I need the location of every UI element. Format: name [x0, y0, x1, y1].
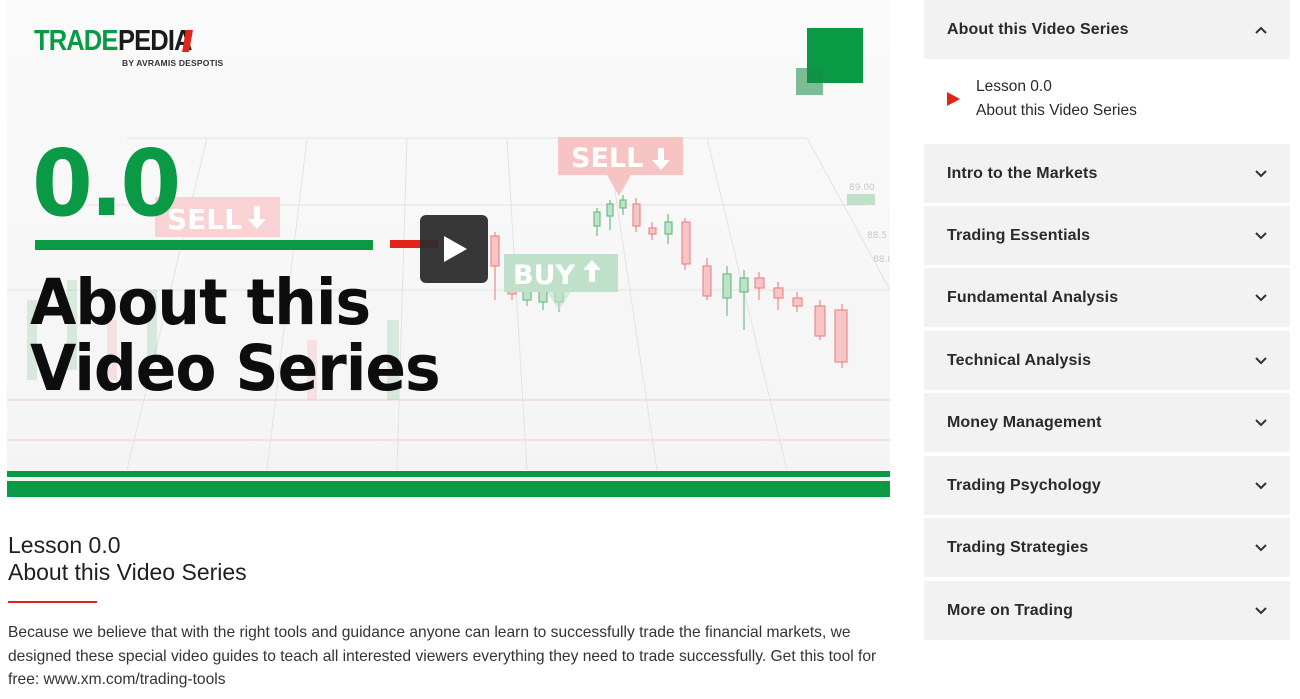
lesson-item-number: Lesson 0.0 [976, 78, 1052, 95]
lesson-title: About this Video Series [8, 559, 247, 585]
video-player[interactable]: SELL SELL BUY 89.00 88.5 88.0 TRADE PEDI… [7, 0, 890, 500]
chevron-down-icon [1255, 356, 1267, 364]
accordion-label: Trading Essentials [947, 226, 1091, 244]
video-title-line2: Video Series [30, 332, 441, 405]
logo-word-trade: TRADE [34, 25, 118, 57]
lesson-number-label: Lesson 0.0 [8, 532, 121, 558]
accordion-label: Intro to the Markets [947, 164, 1098, 182]
chevron-down-icon [1255, 543, 1267, 551]
sell-badge-main: SELL [558, 137, 683, 196]
lesson-description: Because we believe that with the right t… [8, 624, 877, 688]
svg-text:SELL: SELL [571, 143, 643, 174]
tradepedia-logo: TRADE PEDIA BY AVRAMIS DESPOTIS [34, 25, 224, 69]
buy-badge: BUY [504, 254, 618, 310]
play-marker-icon [947, 92, 960, 106]
accordion-trading-essentials[interactable]: Trading Essentials [924, 206, 1290, 265]
chevron-down-icon [1255, 293, 1267, 301]
chevron-down-icon [1255, 169, 1267, 177]
accordion-label: Trading Strategies [947, 538, 1089, 556]
video-bottom-bar-thin [7, 471, 890, 477]
chevron-down-icon [1255, 606, 1267, 614]
chevron-up-icon [1255, 26, 1267, 34]
play-button[interactable] [420, 215, 488, 283]
logo-byline: BY AVRAMIS DESPOTIS [122, 58, 224, 68]
accordion-label: Trading Psychology [947, 476, 1101, 494]
decorative-square-small [796, 68, 823, 95]
video-lesson-number: 0.0 [32, 130, 181, 237]
accordion-technical-analysis[interactable]: Technical Analysis [924, 331, 1290, 390]
accordion-label: Fundamental Analysis [947, 288, 1119, 306]
price-label: 88.5 [867, 231, 887, 241]
accordion-trading-psychology[interactable]: Trading Psychology [924, 456, 1290, 515]
green-underline [35, 240, 373, 250]
logo-word-pedia: PEDIA [117, 25, 192, 57]
heading-divider [8, 601, 97, 603]
video-title-line1: About this [30, 266, 371, 339]
accordion-intro-to-the-markets[interactable]: Intro to the Markets [924, 144, 1290, 203]
lesson-heading: Lesson 0.0 About this Video Series [8, 532, 247, 586]
lesson-item-name: About this Video Series [976, 102, 1137, 119]
accordion-fundamental-analysis[interactable]: Fundamental Analysis [924, 268, 1290, 327]
lesson-item-0-0[interactable]: Lesson 0.0 About this Video Series [924, 59, 1290, 144]
accordion-money-management[interactable]: Money Management [924, 393, 1290, 452]
accordion-panel-about: Lesson 0.0 About this Video Series [924, 59, 1290, 144]
price-label: 89.00 [849, 183, 875, 193]
price-label: 88.0 [873, 255, 890, 265]
video-title: About this Video Series [30, 270, 486, 402]
accordion-label: More on Trading [947, 601, 1073, 619]
chevron-down-icon [1255, 481, 1267, 489]
accordion-label: About this Video Series [947, 20, 1129, 38]
chevron-down-icon [1255, 231, 1267, 239]
accordion-label: Money Management [947, 413, 1102, 431]
play-icon [444, 236, 467, 262]
video-bottom-bar-thick [7, 481, 890, 497]
accordion-about-this-video-series[interactable]: About this Video Series [924, 0, 1290, 59]
chevron-down-icon [1255, 418, 1267, 426]
accordion-trading-strategies[interactable]: Trading Strategies [924, 518, 1290, 577]
svg-text:BUY: BUY [513, 260, 576, 291]
accordion-label: Technical Analysis [947, 351, 1092, 369]
accordion-more-on-trading[interactable]: More on Trading [924, 581, 1290, 640]
